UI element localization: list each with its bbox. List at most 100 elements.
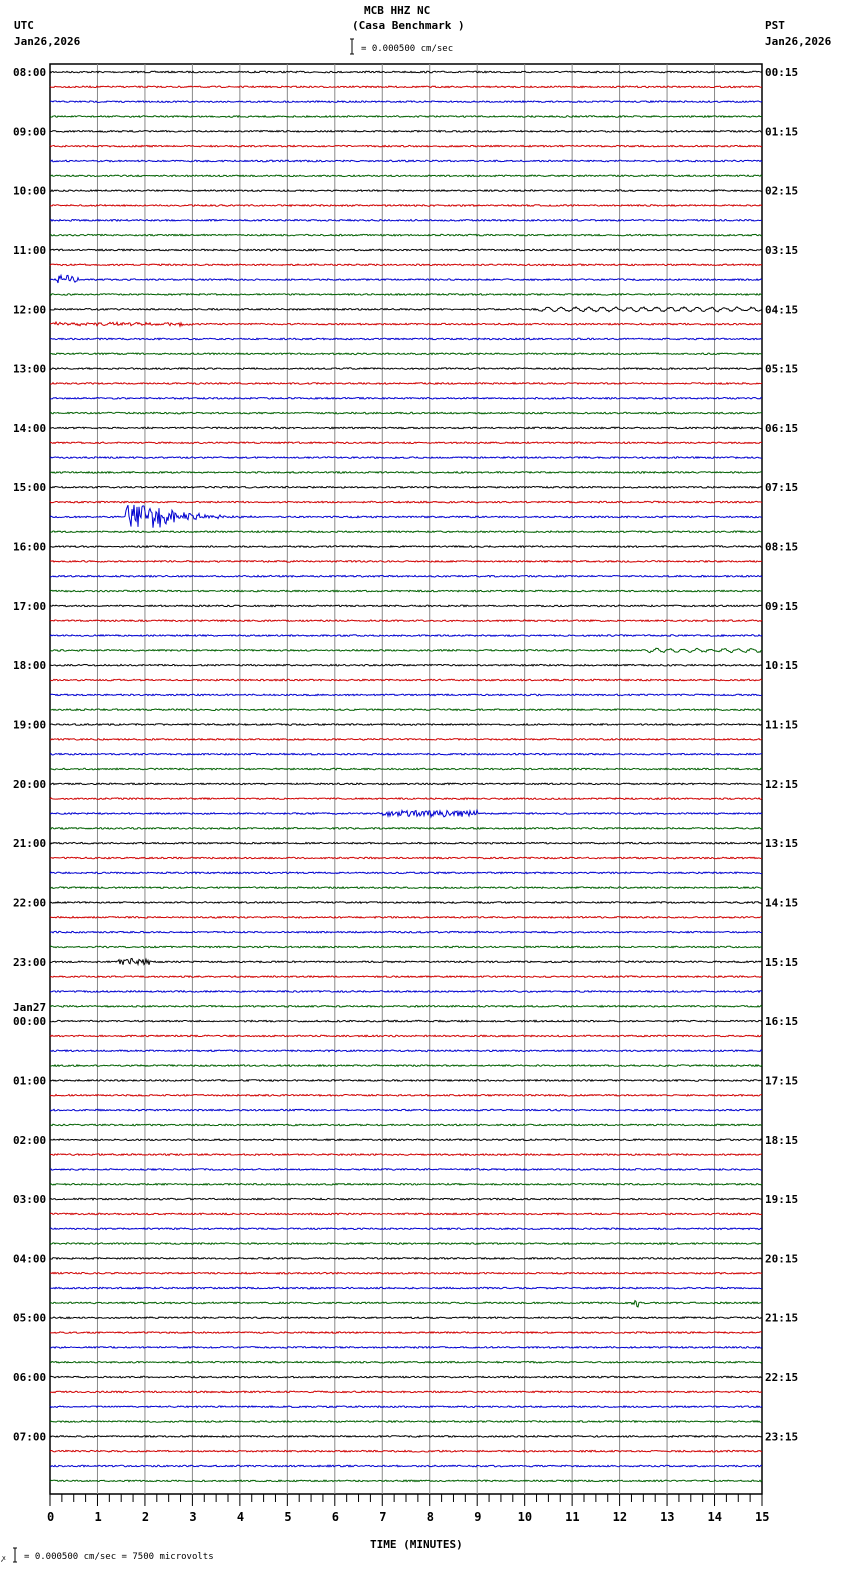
utc-hour-label: 14:00 xyxy=(13,422,46,435)
trace-40 xyxy=(49,663,763,667)
pst-hour-label: 22:15 xyxy=(765,1371,798,1384)
trace-41 xyxy=(49,678,763,682)
trace-30 xyxy=(49,504,762,528)
trace-2 xyxy=(50,100,763,104)
trace-73 xyxy=(49,1153,763,1157)
trace-70 xyxy=(49,1108,762,1112)
left-timezone: UTC xyxy=(14,19,34,32)
scale-bar-icon xyxy=(350,38,354,55)
trace-38 xyxy=(49,633,763,638)
trace-10 xyxy=(49,218,763,222)
x-tick-label: 10 xyxy=(518,1510,532,1524)
trace-86 xyxy=(49,1345,763,1350)
trace-72 xyxy=(49,1138,763,1142)
utc-hour-label: 20:00 xyxy=(13,778,46,791)
trace-56 xyxy=(49,900,763,905)
utc-hour-label: 06:00 xyxy=(13,1371,46,1384)
trace-84 xyxy=(49,1316,763,1320)
trace-22 xyxy=(50,396,763,400)
trace-11 xyxy=(49,233,763,237)
utc-hour-label: 01:00 xyxy=(13,1074,46,1087)
utc-hour-label: 03:00 xyxy=(13,1193,46,1206)
utc-hour-label: 23:00 xyxy=(13,956,46,969)
trace-68 xyxy=(49,1078,763,1083)
trace-46 xyxy=(49,752,763,756)
trace-0 xyxy=(49,70,763,74)
x-tick-label: 12 xyxy=(613,1510,627,1524)
trace-21 xyxy=(49,381,763,386)
trace-44 xyxy=(49,722,763,727)
x-tick-label: 13 xyxy=(660,1510,674,1524)
utc-hour-label: 21:00 xyxy=(13,837,46,850)
trace-33 xyxy=(49,559,763,564)
trace-25 xyxy=(49,441,763,445)
x-tick-label: 2 xyxy=(142,1510,149,1524)
trace-50 xyxy=(49,808,763,819)
trace-76 xyxy=(49,1197,763,1201)
seismogram: MCB HHZ NC (Casa Benchmark ) UTC Jan26,2… xyxy=(1,4,832,1563)
pst-hour-label: 03:15 xyxy=(765,244,798,257)
trace-49 xyxy=(49,797,763,801)
trace-60 xyxy=(50,957,763,967)
trace-7 xyxy=(49,174,763,178)
trace-54 xyxy=(49,871,762,875)
trace-85 xyxy=(49,1330,763,1335)
trace-8 xyxy=(49,189,763,193)
pst-hour-label: 10:15 xyxy=(765,659,798,672)
utc-hour-label: 17:00 xyxy=(13,600,46,613)
utc-hour-label: 18:00 xyxy=(13,659,46,672)
left-date: Jan26,2026 xyxy=(14,35,81,48)
trace-48 xyxy=(49,782,763,786)
trace-55 xyxy=(49,885,763,890)
trace-32 xyxy=(49,544,763,549)
trace-79 xyxy=(49,1241,763,1246)
pst-hour-label: 06:15 xyxy=(765,422,798,435)
trace-71 xyxy=(49,1123,763,1127)
pst-hour-label: 04:15 xyxy=(765,303,798,316)
trace-61 xyxy=(49,975,763,979)
pst-hour-label: 12:15 xyxy=(765,778,798,791)
trace-1 xyxy=(49,85,763,89)
utc-hour-label: 19:00 xyxy=(13,719,46,732)
pst-hour-label: 15:15 xyxy=(765,956,798,969)
trace-92 xyxy=(49,1434,763,1439)
trace-59 xyxy=(49,945,762,949)
trace-57 xyxy=(49,915,763,919)
trace-69 xyxy=(49,1093,763,1098)
trace-13 xyxy=(49,263,763,267)
pst-hour-label: 21:15 xyxy=(765,1312,798,1325)
trace-12 xyxy=(49,248,763,252)
pst-hour-label: 07:15 xyxy=(765,481,798,494)
trace-20 xyxy=(49,366,763,371)
trace-64 xyxy=(49,1019,763,1023)
trace-51 xyxy=(49,826,763,830)
pst-hour-label: 09:15 xyxy=(765,600,798,613)
trace-81 xyxy=(49,1271,763,1275)
trace-89 xyxy=(49,1390,763,1394)
trace-65 xyxy=(49,1034,763,1038)
trace-29 xyxy=(49,500,763,504)
x-axis-label: TIME (MINUTES) xyxy=(370,1538,463,1551)
pst-hour-label: 23:15 xyxy=(765,1430,798,1443)
trace-91 xyxy=(49,1419,763,1424)
trace-45 xyxy=(49,737,763,741)
utc-hour-label: 08:00 xyxy=(13,66,46,79)
x-tick-label: 0 xyxy=(47,1510,54,1524)
pst-hour-label: 16:15 xyxy=(765,1015,798,1028)
trace-66 xyxy=(49,1049,763,1053)
trace-77 xyxy=(49,1212,763,1216)
pst-hour-label: 00:15 xyxy=(765,66,798,79)
trace-80 xyxy=(49,1256,763,1261)
trace-74 xyxy=(50,1167,763,1172)
trace-24 xyxy=(49,426,763,430)
trace-52 xyxy=(49,841,763,845)
x-tick-label: 5 xyxy=(284,1510,291,1524)
trace-36 xyxy=(49,604,763,608)
pst-hour-label: 02:15 xyxy=(765,185,798,198)
trace-95 xyxy=(49,1479,763,1483)
trace-87 xyxy=(49,1360,763,1364)
x-tick-label: 7 xyxy=(379,1510,386,1524)
trace-16 xyxy=(49,306,763,313)
utc-hour-label: 05:00 xyxy=(13,1312,46,1325)
x-tick-label: 9 xyxy=(474,1510,481,1524)
